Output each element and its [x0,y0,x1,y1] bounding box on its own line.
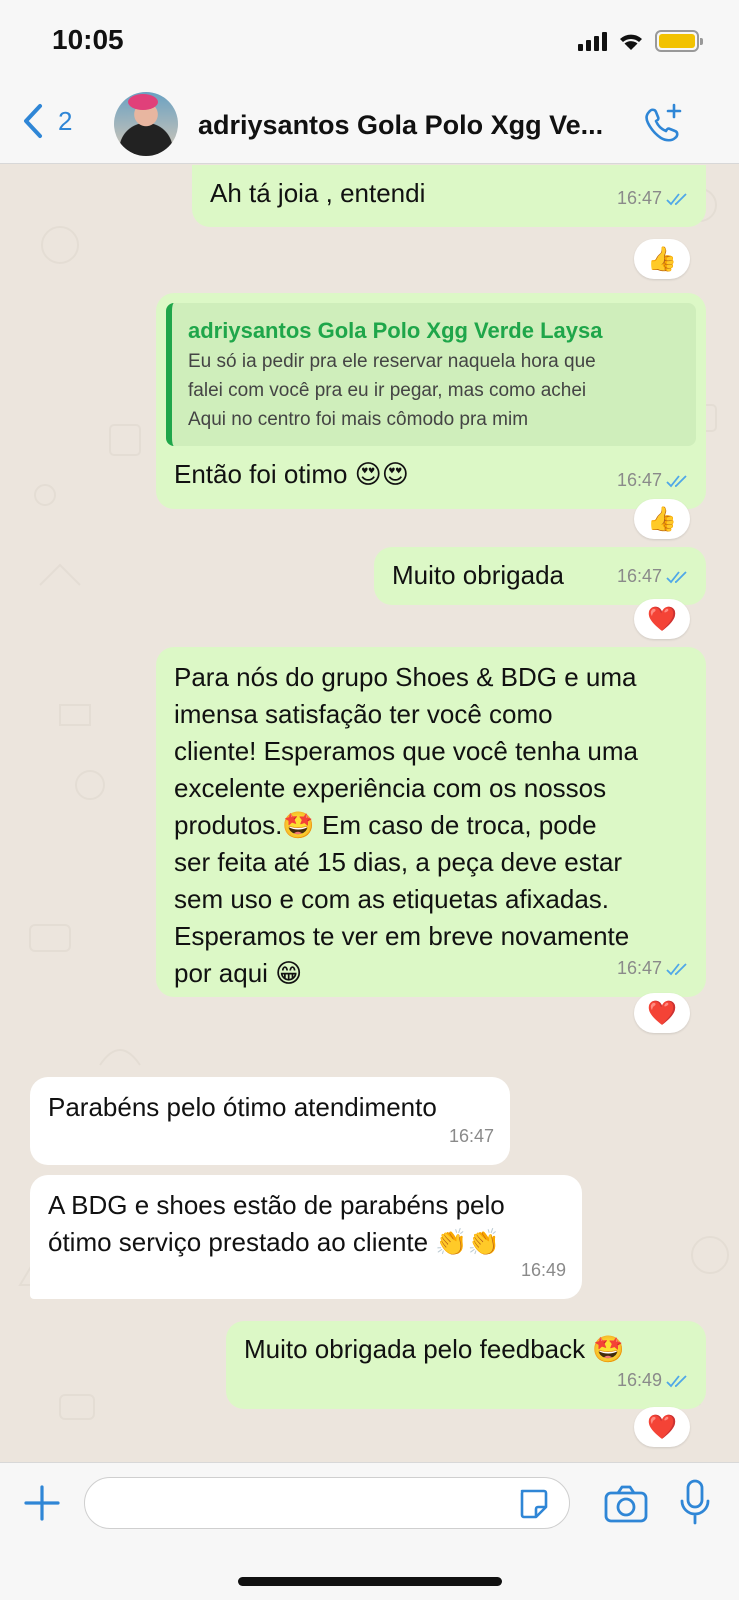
message-text-line: cliente! Esperamos que você tenha uma [174,736,638,766]
avatar[interactable] [114,92,178,156]
quote-text-line: Eu só ia pedir pra ele reservar naquela … [188,351,596,372]
message-text: Muito obrigada [392,560,564,590]
unread-count: 2 [58,105,73,136]
message-text-line: por aqui 😁 [174,958,303,988]
quoted-message[interactable]: adriysantos Gola Polo Xgg Verde Laysa Eu… [166,303,696,446]
chat-area[interactable]: Ah tá joia , entendi 16:47 👍 adriysantos… [0,165,739,1462]
reaction-badge[interactable]: ❤️ [634,599,690,639]
message-text-line: sem uso e com as etiquetas afixadas. [174,884,610,914]
quote-text-line: Aqui no centro foi mais cômodo pra mim [188,409,529,430]
message-composer [0,1462,739,1600]
message-text: Ah tá joia , entendi [210,178,426,208]
message-meta: 16:49 [521,1252,566,1289]
message-bubble-outgoing[interactable]: Muito obrigada pelo feedback 🤩 16:49 [226,1321,706,1409]
add-call-icon[interactable] [641,102,685,146]
reaction-badge[interactable]: ❤️ [634,993,690,1033]
message-text: Parabéns pelo ótimo atendimento [48,1092,437,1122]
message-time: 16:47 [616,188,662,208]
message-text-line: ótimo serviço prestado ao cliente 👏👏 [48,1227,501,1257]
status-icons [578,30,703,52]
read-receipt-icon [666,962,687,975]
message-meta: 16:47 [617,950,690,987]
chat-title[interactable]: adriysantos Gola Polo Xgg Ve... [198,110,628,141]
message-bubble-outgoing[interactable]: adriysantos Gola Polo Xgg Verde Laysa Eu… [156,293,706,509]
message-bubble-outgoing[interactable]: Muito obrigada 16:47 [374,547,706,605]
reaction-badge[interactable]: 👍 [634,239,690,279]
home-indicator [238,1577,502,1586]
wifi-icon [620,34,642,50]
mic-icon[interactable] [680,1479,710,1525]
message-meta: 16:47 [449,1118,494,1155]
message-bubble-incoming[interactable]: A BDG e shoes estão de parabéns pelo óti… [30,1175,582,1299]
message-text-line: A BDG e shoes estão de parabéns pelo [48,1190,505,1220]
camera-icon[interactable] [604,1485,648,1523]
message-time: 16:49 [520,1260,566,1280]
status-time: 10:05 [52,24,124,55]
read-receipt-icon [666,570,687,583]
message-time: 16:49 [616,1370,662,1390]
message-text-line: ser feita até 15 dias, a peça deve estar [174,847,623,877]
back-button[interactable]: 2 [20,102,72,140]
message-time: 16:47 [616,958,662,978]
message-input[interactable] [84,1477,570,1529]
status-bar: 10:05 [0,0,739,88]
quote-text-line: falei com você pra eu ir pegar, mas como… [188,380,587,401]
message-meta: 16:49 [617,1362,690,1399]
message-text-line: produtos.🤩 Em caso de troca, pode [174,810,597,840]
signal-icon [578,31,607,51]
chat-header: 2 adriysantos Gola Polo Xgg Ve... [0,88,739,164]
reaction-badge[interactable]: 👍 [634,499,690,539]
message-bubble-outgoing[interactable]: Ah tá joia , entendi 16:47 [192,165,706,227]
message-time: 16:47 [448,1126,494,1146]
message-bubble-incoming[interactable]: Parabéns pelo ótimo atendimento 16:47 [30,1077,510,1165]
message-text-line: Para nós do grupo Shoes & BDG e uma [174,662,637,692]
sticker-icon[interactable] [516,1487,550,1521]
message-time: 16:47 [616,470,662,490]
read-receipt-icon [666,1374,687,1387]
message-meta: 16:47 [617,558,690,595]
battery-icon [655,30,703,52]
reaction-badge[interactable]: ❤️ [634,1407,690,1447]
read-receipt-icon [666,192,687,205]
message-bubble-outgoing[interactable]: Para nós do grupo Shoes & BDG e uma imen… [156,647,706,997]
message-time: 16:47 [616,566,662,586]
message-text-line: excelente experiência com os nossos [174,773,607,803]
message-text: Muito obrigada pelo feedback 🤩 [244,1334,625,1364]
message-text-line: imensa satisfação ter você como [174,699,553,729]
plus-icon[interactable] [22,1483,62,1523]
back-chevron-icon [24,104,42,138]
message-text-line: Esperamos te ver em breve novamente [174,921,630,951]
message-meta: 16:47 [617,462,690,499]
message-meta: 16:47 [617,180,690,217]
quote-author: adriysantos Gola Polo Xgg Verde Laysa [188,318,603,343]
read-receipt-icon [666,474,687,487]
